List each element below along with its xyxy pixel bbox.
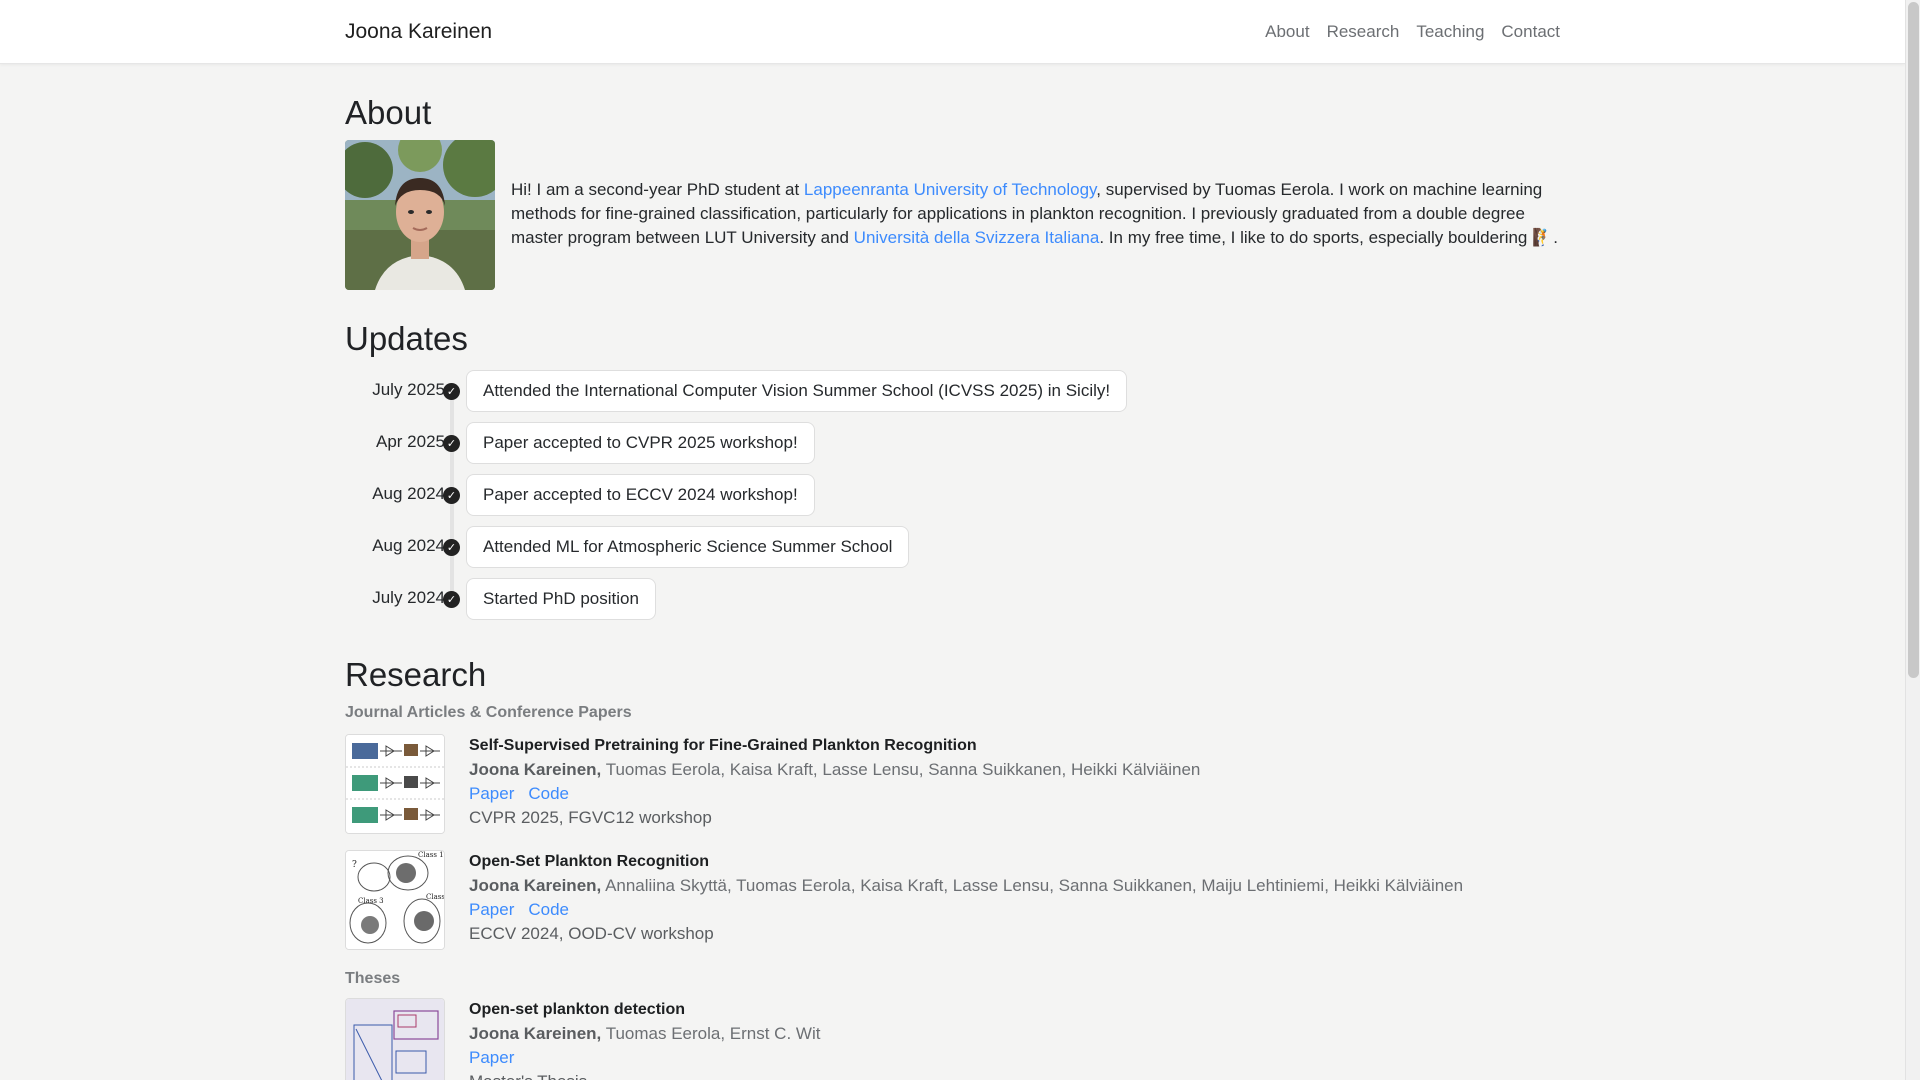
paper-link[interactable]: Paper bbox=[469, 1048, 514, 1067]
climbing-emoji-icon: 🧗 bbox=[1532, 228, 1554, 247]
publication-authors: Joona Kareinen, Tuomas Eerola, Kaisa Kra… bbox=[469, 760, 1201, 779]
update-date: Aug 2024 bbox=[372, 536, 445, 555]
publication-item: Open-set plankton detection Joona Karein… bbox=[345, 998, 1561, 1080]
check-circle-icon: ✓ bbox=[443, 487, 460, 504]
update-date: July 2024 bbox=[372, 588, 445, 607]
nav-about[interactable]: About bbox=[1265, 22, 1309, 42]
code-link[interactable]: Code bbox=[528, 900, 569, 919]
nav-links: About Research Teaching Contact bbox=[1265, 22, 1560, 42]
update-text: Paper accepted to CVPR 2025 workshop! bbox=[466, 422, 815, 464]
navbar: Joona Kareinen About Research Teaching C… bbox=[0, 0, 1905, 64]
nav-contact[interactable]: Contact bbox=[1501, 22, 1560, 42]
profile-photo bbox=[345, 140, 495, 290]
thumb-label: ? bbox=[352, 860, 357, 870]
timeline-item: Apr 2025 ✓ Paper accepted to CVPR 2025 w… bbox=[345, 422, 1561, 464]
paper-thumbnail bbox=[345, 734, 445, 834]
lut-link[interactable]: Lappeenranta University of Technology bbox=[804, 180, 1096, 199]
research-heading: Research bbox=[345, 656, 487, 693]
update-date: Aug 2024 bbox=[372, 484, 445, 503]
thumb-label: Class 3 bbox=[358, 897, 384, 905]
update-text: Attended ML for Atmospheric Science Summ… bbox=[466, 526, 910, 568]
timeline-item: July 2025 ✓ Attended the International C… bbox=[345, 370, 1561, 412]
publication-links: Paper Code bbox=[469, 782, 1200, 806]
publication-item: Class 1 Class 2 Class 3 ? Open-Set Plank… bbox=[345, 850, 1561, 950]
publication-title: Open-Set Plankton Recognition bbox=[469, 853, 710, 870]
publication-body: Open-Set Plankton Recognition Joona Kare… bbox=[469, 850, 1463, 946]
code-link[interactable]: Code bbox=[528, 784, 569, 803]
brand-link[interactable]: Joona Kareinen bbox=[345, 20, 492, 44]
update-text: Attended the International Computer Visi… bbox=[466, 370, 1128, 412]
publication-authors: Joona Kareinen, Tuomas Eerola, Ernst C. … bbox=[469, 1024, 821, 1043]
paper-thumbnail: Class 1 Class 2 Class 3 ? bbox=[345, 850, 445, 950]
check-circle-icon: ✓ bbox=[443, 539, 460, 556]
about-heading: About bbox=[345, 94, 432, 131]
scrollbar[interactable] bbox=[1905, 0, 1920, 1080]
update-date: Apr 2025 bbox=[376, 432, 445, 451]
timeline-item: Aug 2024 ✓ Attended ML for Atmospheric S… bbox=[345, 526, 1561, 568]
paper-link[interactable]: Paper bbox=[469, 784, 514, 803]
publication-venue: ECCV 2024, OOD-CV workshop bbox=[469, 924, 714, 943]
publication-venue: CVPR 2025, FGVC12 workshop bbox=[469, 808, 712, 827]
publication-body: Open-set plankton detection Joona Karein… bbox=[469, 998, 820, 1080]
publication-links: Paper bbox=[469, 1046, 820, 1070]
publication-venue: Master's Thesis bbox=[469, 1070, 820, 1080]
update-text: Paper accepted to ECCV 2024 workshop! bbox=[466, 474, 815, 516]
thumb-label: Class 1 bbox=[418, 851, 444, 859]
update-text: Started PhD position bbox=[466, 578, 656, 620]
check-circle-icon: ✓ bbox=[443, 435, 460, 452]
scrollbar-thumb[interactable] bbox=[1908, 2, 1919, 678]
paper-link[interactable]: Paper bbox=[469, 900, 514, 919]
publication-title: Self-Supervised Pretraining for Fine-Gra… bbox=[469, 737, 977, 754]
nav-teaching[interactable]: Teaching bbox=[1416, 22, 1484, 42]
timeline-item: July 2024 ✓ Started PhD position bbox=[345, 578, 1561, 620]
thesis-thumbnail bbox=[345, 998, 445, 1080]
publication-links: Paper Code bbox=[469, 898, 1463, 922]
about-text: Hi! I am a second-year PhD student at La… bbox=[511, 180, 1559, 247]
publication-body: Self-Supervised Pretraining for Fine-Gra… bbox=[469, 734, 1200, 830]
publication-title: Open-set plankton detection bbox=[469, 1001, 686, 1018]
thumb-label: Class 2 bbox=[426, 893, 445, 901]
usi-link[interactable]: Università della Svizzera Italiana bbox=[854, 228, 1100, 247]
nav-research[interactable]: Research bbox=[1327, 22, 1400, 42]
check-circle-icon: ✓ bbox=[443, 591, 460, 608]
updates-heading: Updates bbox=[345, 320, 468, 357]
publication-item: Self-Supervised Pretraining for Fine-Gra… bbox=[345, 734, 1561, 834]
theses-subheading: Theses bbox=[345, 970, 401, 987]
update-date: July 2025 bbox=[372, 380, 445, 399]
journal-subheading: Journal Articles & Conference Papers bbox=[345, 704, 632, 721]
publication-authors: Joona Kareinen, Annaliina Skyttä, Tuomas… bbox=[469, 876, 1464, 895]
check-circle-icon: ✓ bbox=[443, 383, 460, 400]
timeline-item: Aug 2024 ✓ Paper accepted to ECCV 2024 w… bbox=[345, 474, 1561, 516]
